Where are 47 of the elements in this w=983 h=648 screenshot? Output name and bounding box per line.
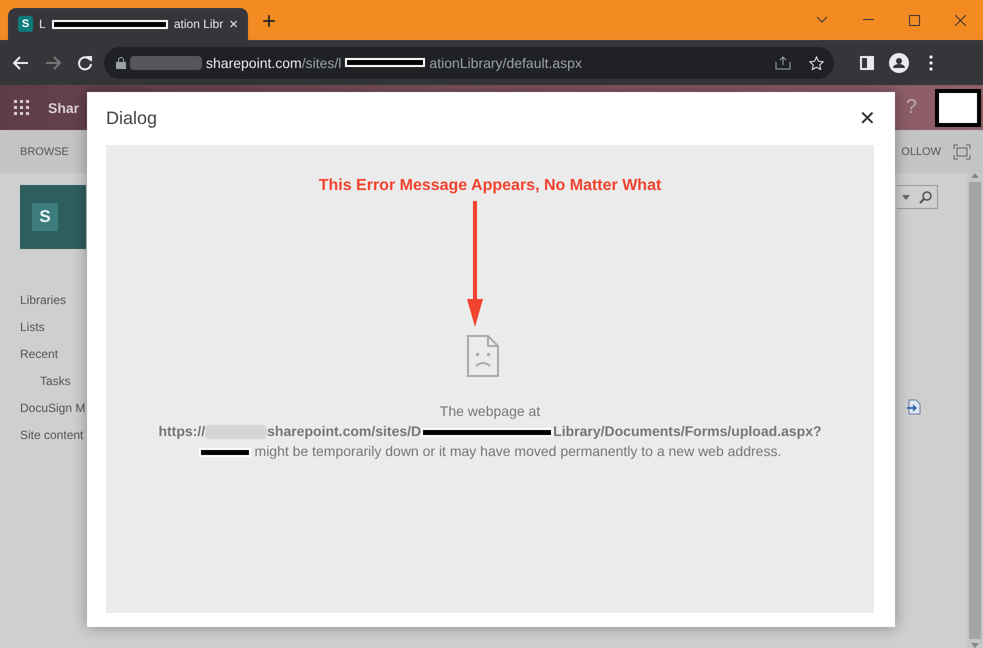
sidebar-icon[interactable]	[860, 56, 874, 70]
reload-icon[interactable]	[77, 54, 93, 70]
browser-tab[interactable]: S L ation Libr ×	[8, 8, 248, 40]
new-tab-button[interactable]: +	[262, 8, 276, 36]
error-text: might be temporarily down or it may have moved permanently to a new web address.	[254, 443, 782, 459]
forward-arrow-icon[interactable]	[45, 56, 61, 70]
search-icon	[919, 190, 932, 204]
minimize-icon[interactable]	[862, 19, 874, 21]
share-icon[interactable]	[775, 56, 791, 70]
caret-icon	[902, 194, 910, 200]
maximize-icon[interactable]	[908, 14, 920, 26]
chevron-down-icon[interactable]	[816, 16, 828, 24]
redaction-bar	[198, 448, 251, 457]
focus-icon[interactable]	[953, 144, 971, 160]
address-bar[interactable]: sharepoint.com/sites/l ationLibrary/default.aspx	[104, 46, 834, 78]
url-path: ationLibrary/default.aspx	[429, 54, 582, 70]
url-host: sharepoint.com	[206, 54, 302, 70]
sharepoint-icon: S	[18, 16, 33, 32]
app-launcher-icon[interactable]	[14, 100, 30, 116]
help-icon[interactable]: ?	[906, 96, 917, 119]
profile-icon[interactable]	[889, 52, 909, 72]
follow-link[interactable]: OLLOW	[901, 146, 941, 158]
close-button[interactable]: ✕	[859, 106, 876, 131]
error-url: https://	[158, 423, 206, 439]
menu-icon[interactable]	[929, 54, 933, 70]
lock-icon	[116, 56, 126, 68]
error-url: Library/Documents/Forms/upload.aspx?	[553, 423, 822, 439]
tab-title: ation Libr	[174, 17, 224, 31]
blurred-text	[130, 56, 202, 70]
import-icon[interactable]	[907, 399, 921, 415]
annotation-text: This Error Message Appears, No Matter What	[318, 177, 662, 195]
tab-title: L	[38, 17, 46, 31]
redaction-box	[935, 88, 981, 126]
broken-page-icon	[467, 335, 499, 377]
close-icon[interactable]	[954, 14, 966, 26]
scrollbar-thumb[interactable]	[969, 182, 981, 639]
error-text: The webpage at	[440, 402, 540, 421]
search-box[interactable]	[897, 185, 938, 209]
error-url: sharepoint.com/sites/D	[267, 423, 422, 439]
logo-letter: S	[32, 203, 58, 231]
star-icon[interactable]	[809, 56, 824, 70]
back-arrow-icon[interactable]	[13, 56, 29, 70]
url-path: /sites/l	[302, 54, 342, 70]
ribbon-tab[interactable]: BROWSE	[20, 146, 69, 158]
site-title: Shar	[48, 100, 80, 116]
dialog-title: Dialog	[106, 108, 158, 129]
close-icon[interactable]: ×	[229, 16, 238, 32]
